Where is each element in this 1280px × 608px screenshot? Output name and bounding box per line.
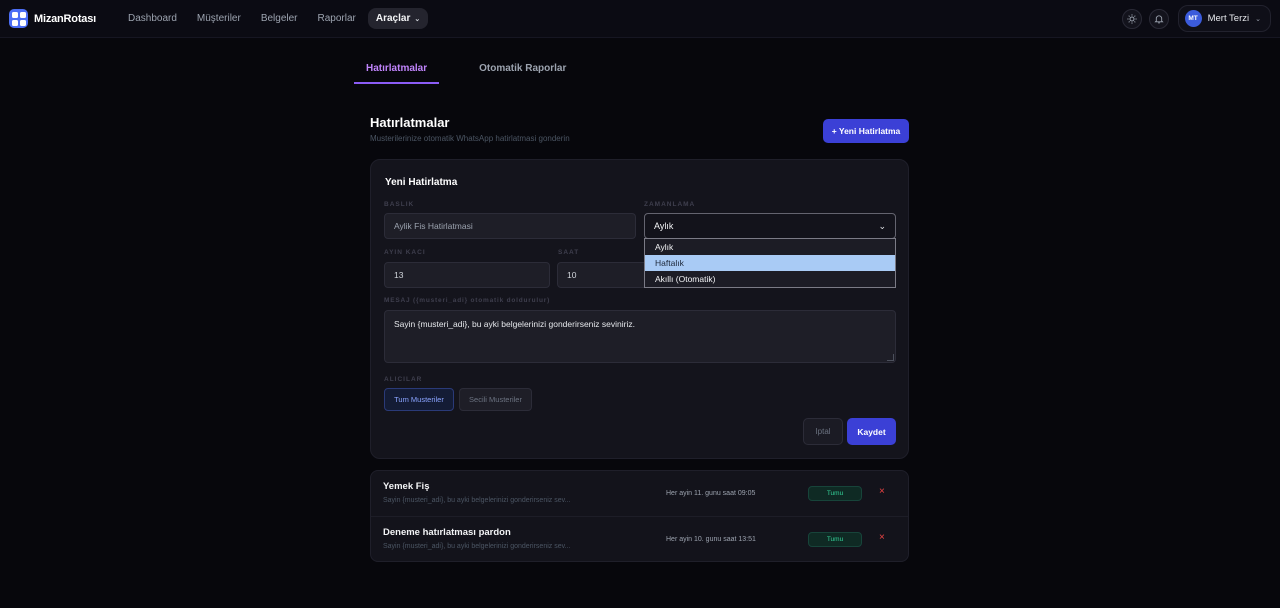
nav-link-araclar-label: Araçlar: [375, 13, 411, 24]
list-item: Deneme hatırlatması pardon Sayin {muster…: [371, 516, 908, 561]
all-customers-chip[interactable]: Tum Musteriler: [384, 388, 454, 411]
selected-customers-chip[interactable]: Secili Musteriler: [459, 388, 532, 411]
saat-label: SAAT: [558, 249, 580, 256]
page-subtitle: Musterilerinize otomatik WhatsApp hatirl…: [370, 134, 570, 143]
ayin-kaci-input[interactable]: 13: [384, 262, 550, 288]
reminder-title: Yemek Fiş: [383, 481, 430, 492]
tab-hatirlatmalar[interactable]: Hatırlatmalar: [354, 58, 440, 84]
notifications-button[interactable]: [1148, 8, 1169, 29]
theme-toggle-button[interactable]: [1121, 8, 1142, 29]
resize-handle-icon[interactable]: [887, 354, 894, 361]
alicilar-label: ALICILAR: [384, 376, 423, 383]
status-badge: Tumu: [808, 532, 862, 547]
option-aylik[interactable]: Aylık: [645, 239, 895, 255]
cancel-button[interactable]: Iptal: [803, 418, 843, 445]
nav-link-raporlar[interactable]: Raporlar: [310, 8, 364, 29]
nav-link-musteriler[interactable]: Müşteriler: [189, 8, 249, 29]
reminder-message: Sayin {musteri_adi}, bu ayki belgelerini…: [383, 543, 571, 550]
nav-right: MT Mert Terzi ⌄: [1121, 5, 1271, 32]
save-button[interactable]: Kaydet: [847, 418, 896, 445]
bell-icon: [1154, 14, 1164, 24]
app-name: MizanRotası: [34, 12, 96, 25]
nav-link-dashboard[interactable]: Dashboard: [120, 8, 185, 29]
avatar: MT: [1184, 10, 1202, 27]
baslik-input[interactable]: Aylik Fis Hatirlatmasi: [384, 213, 636, 239]
mesaj-label: MESAJ ({musteri_adi} otomatik doldurulur…: [384, 297, 551, 304]
tab-otomatik-raporlar[interactable]: Otomatik Raporlar: [467, 58, 578, 84]
baslik-label: BASLIK: [384, 201, 415, 208]
new-reminder-button[interactable]: + Yeni Hatirlatma: [823, 119, 909, 143]
reminder-title: Deneme hatırlatması pardon: [383, 527, 511, 538]
reminders-list: Yemek Fiş Sayin {musteri_adi}, bu ayki b…: [370, 470, 909, 562]
top-nav: MizanRotası Dashboard Müşteriler Belgele…: [0, 0, 1280, 38]
chevron-down-icon: ⌄: [414, 15, 421, 23]
page-title: Hatırlatmalar: [370, 115, 450, 130]
zamanlama-selected-value: Aylık: [654, 221, 674, 231]
user-menu[interactable]: MT Mert Terzi ⌄: [1177, 5, 1271, 32]
nav-links: Dashboard Müşteriler Belgeler Raporlar A…: [120, 8, 429, 29]
reminder-schedule: Her ayin 11. gunu saat 09:05: [666, 490, 756, 497]
reminder-schedule: Her ayin 10. gunu saat 13:51: [666, 536, 756, 543]
logo[interactable]: MizanRotası: [9, 9, 96, 28]
zamanlama-dropdown: Aylık Haftalık Akıllı (Otomatik): [644, 238, 896, 288]
nav-link-araclar[interactable]: Araçlar ⌄: [367, 8, 429, 29]
mesaj-textarea[interactable]: Sayin {musteri_adi}, bu ayki belgelerini…: [384, 310, 896, 363]
delete-icon[interactable]: ×: [879, 532, 885, 543]
reminder-message: Sayin {musteri_adi}, bu ayki belgelerini…: [383, 497, 571, 504]
nav-link-belgeler[interactable]: Belgeler: [253, 8, 306, 29]
zamanlama-select[interactable]: Aylık ⌄: [644, 213, 896, 239]
chevron-down-icon: ⌄: [878, 220, 886, 231]
mesaj-text: Sayin {musteri_adi}, bu ayki belgelerini…: [394, 319, 635, 329]
zamanlama-label: ZAMANLAMA: [644, 201, 696, 208]
page-tabs: Hatırlatmalar Otomatik Raporlar: [354, 58, 578, 84]
ayin-kaci-label: AYIN KACI: [384, 249, 426, 256]
grid-logo-icon: [9, 9, 28, 28]
chevron-down-icon: ⌄: [1255, 15, 1261, 23]
status-badge: Tumu: [808, 486, 862, 501]
option-akilli[interactable]: Akıllı (Otomatik): [645, 271, 895, 287]
sun-icon: [1126, 13, 1137, 24]
user-name: Mert Terzi: [1207, 13, 1250, 24]
list-item: Yemek Fiş Sayin {musteri_adi}, bu ayki b…: [371, 471, 908, 516]
delete-icon[interactable]: ×: [879, 486, 885, 497]
option-haftalik[interactable]: Haftalık: [645, 255, 895, 271]
new-reminder-form: Yeni Hatirlatma BASLIK Aylik Fis Hatirla…: [370, 159, 909, 459]
form-title: Yeni Hatirlatma: [385, 177, 458, 188]
